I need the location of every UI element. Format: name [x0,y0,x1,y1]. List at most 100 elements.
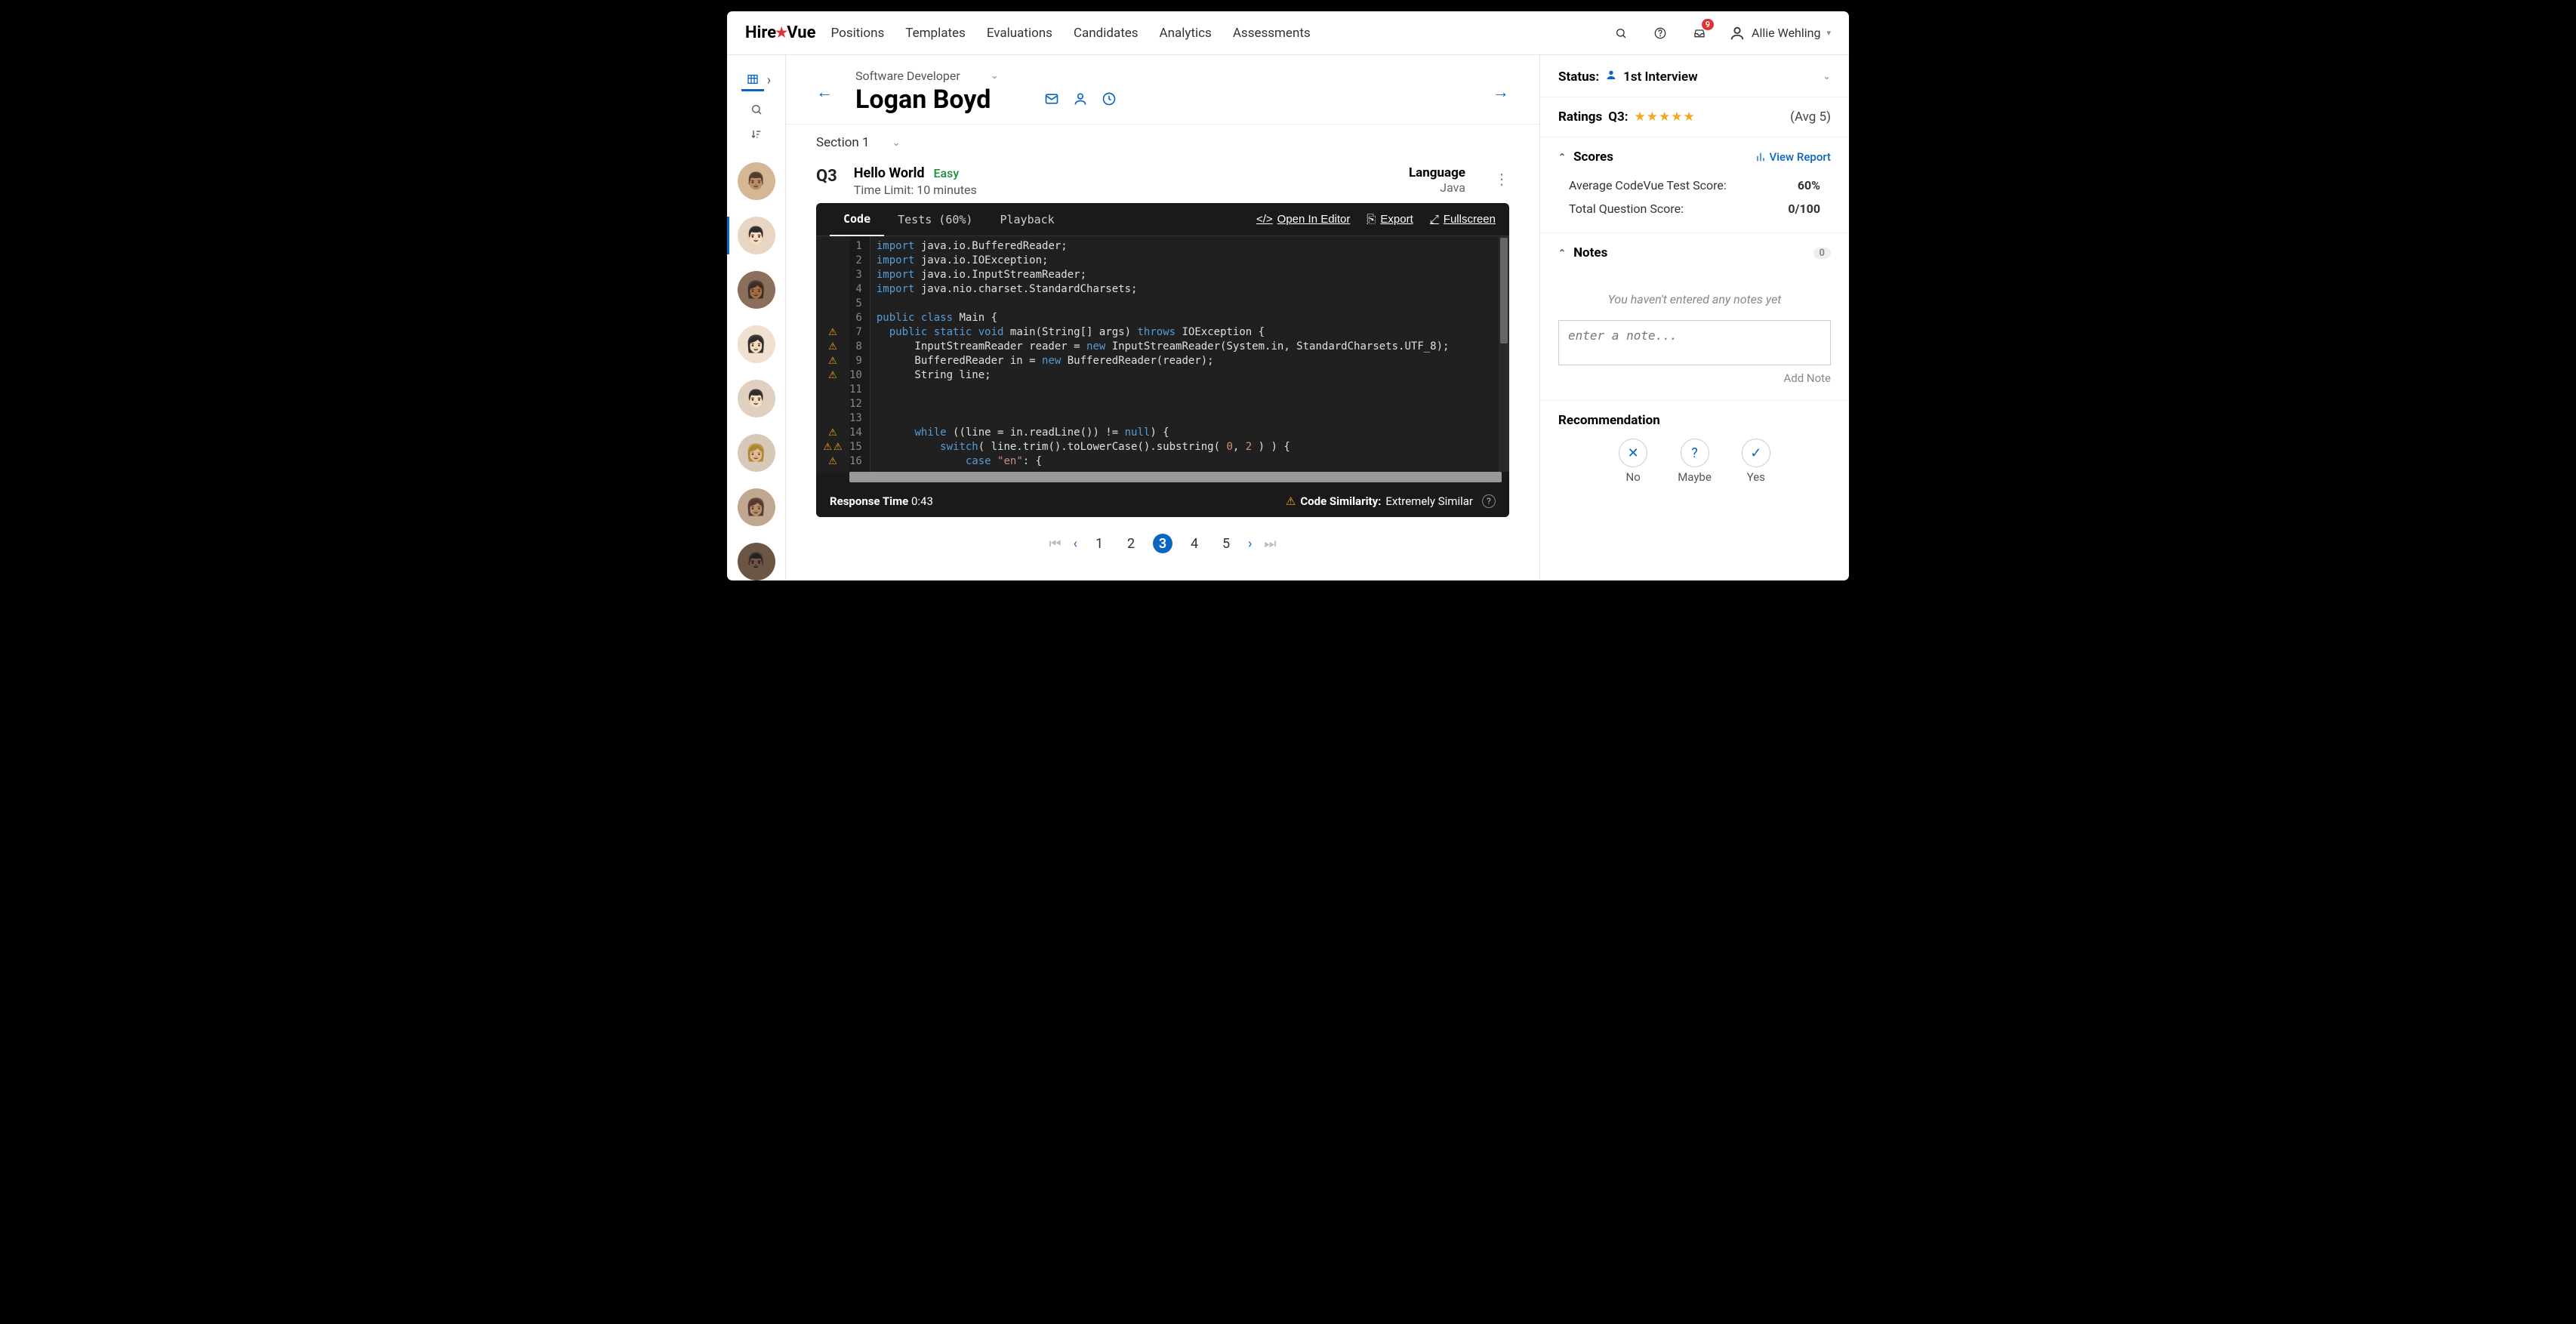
view-report-link[interactable]: View Report [1755,150,1831,164]
recommend-no[interactable]: ✕ No [1619,439,1647,484]
note-input[interactable] [1558,320,1831,365]
inbox-icon[interactable]: 9 [1690,23,1709,43]
main-content: ← Software Developer ⌄ Logan Boyd → [786,55,1539,580]
candidate-avatar[interactable]: 👩🏼 [738,434,775,472]
pager-page[interactable]: 5 [1216,534,1236,553]
position-select[interactable]: Software Developer ⌄ [855,69,999,83]
nav-candidates[interactable]: Candidates [1074,26,1139,41]
language-value: Java [1409,180,1465,195]
topbar: Hire★Vue Positions Templates Evaluations… [727,11,1849,55]
candidate-avatar[interactable]: 👩🏽 [738,488,775,526]
tab-tests[interactable]: Tests (60%) [884,204,986,236]
similarity-help-icon[interactable]: ? [1482,494,1496,508]
check-icon: ✓ [1742,439,1770,467]
search-icon[interactable] [1611,23,1631,43]
code-panel: Code Tests (60%) Playback </>Open In Edi… [816,203,1509,517]
next-candidate-arrow[interactable]: → [1493,82,1509,102]
warning-icon: ⚠ [1286,494,1296,508]
pager-next-icon[interactable]: › [1248,536,1252,552]
ratings-avg: (Avg 5) [1790,109,1831,125]
position-label: Software Developer [855,69,960,83]
nav-positions[interactable]: Positions [831,26,885,41]
notes-empty-text: You haven't entered any notes yet [1558,269,1831,320]
notification-badge: 9 [1702,19,1714,30]
email-icon[interactable] [1044,91,1059,110]
nav-assessments[interactable]: Assessments [1233,26,1311,41]
score-row: Total Question Score:0/100 [1558,197,1831,220]
status-label: Status: [1558,69,1599,85]
tab-playback[interactable]: Playback [986,204,1068,236]
open-in-editor-link[interactable]: </>Open In Editor [1256,213,1350,226]
question-pager: ⏮ ‹ 1 2 3 4 5 › ⏭ [816,517,1509,561]
nav-evaluations[interactable]: Evaluations [987,26,1052,41]
candidate-avatar[interactable]: 👨🏻 [738,217,775,254]
candidate-avatar[interactable]: 👩🏻 [738,325,775,363]
recommendation-label: Recommendation [1558,413,1831,428]
pager-page[interactable]: 3 [1153,534,1172,553]
recommend-yes[interactable]: ✓ Yes [1742,439,1770,484]
pager-last-icon[interactable]: ⏭ [1264,536,1276,552]
ratings-question: Q3: [1608,109,1628,125]
expand-icon[interactable]: › [767,72,771,88]
pager-page[interactable]: 2 [1121,534,1141,553]
ratings-label: Ratings [1558,109,1602,125]
section-select[interactable]: Section 1 ⌄ [786,125,1539,161]
response-time-label: Response Time [830,494,908,508]
export-link[interactable]: ⎘Export [1367,213,1413,226]
add-note-button[interactable]: Add Note [1558,368,1831,388]
notes-header[interactable]: ⌃ Notes 0 [1558,245,1831,260]
chevron-down-icon: ⌄ [892,137,901,149]
chevron-up-icon: ⌃ [1558,248,1566,258]
more-icon[interactable]: ⋮ [1494,170,1509,188]
prev-candidate-arrow[interactable]: ← [816,82,833,102]
help-icon[interactable] [1650,23,1670,43]
logo[interactable]: Hire★Vue [745,23,816,42]
question-number: Q3 [816,167,837,186]
notes-label: Notes [1573,245,1607,260]
nav-templates[interactable]: Templates [905,26,966,41]
chevron-up-icon: ⌃ [1558,152,1566,162]
similarity-value: Extremely Similar [1385,494,1473,508]
horizontal-scrollbar[interactable] [849,472,1502,482]
profile-icon[interactable] [1073,91,1088,110]
status-select[interactable]: Status: 1st Interview ⌄ [1558,69,1831,85]
question-time-limit: Time Limit: 10 minutes [854,183,977,197]
export-icon: ⎘ [1367,213,1376,226]
question-title: Hello World [854,165,925,181]
history-icon[interactable] [1102,91,1117,110]
question-icon: ? [1681,439,1709,467]
pager-prev-icon[interactable]: ‹ [1074,536,1077,552]
logo-star-icon: ★ [775,25,787,41]
pager-page[interactable]: 1 [1089,534,1109,553]
pager-page[interactable]: 4 [1185,534,1204,553]
user-menu[interactable]: Allie Wehling ▾ [1729,25,1831,42]
candidate-avatar[interactable]: 👨🏽 [738,162,775,200]
scores-header[interactable]: ⌃ Scores View Report [1558,149,1831,165]
grid-view-icon[interactable] [741,69,764,91]
scores-label: Scores [1573,149,1613,165]
star-rating[interactable]: ★★★★★ [1634,109,1695,125]
sidebar: › 👨🏽 👨🏻 👩🏾 👩🏻 👨🏻 👩🏼 👩🏽 👨🏿 [727,55,786,580]
fullscreen-link[interactable]: ⤢Fullscreen [1430,213,1496,226]
code-icon: </> [1256,213,1273,226]
tab-code[interactable]: Code [830,203,884,236]
nav-analytics[interactable]: Analytics [1160,26,1212,41]
vertical-scrollbar[interactable] [1499,236,1509,472]
pager-first-icon[interactable]: ⏮ [1049,536,1061,552]
user-name: Allie Wehling [1752,26,1820,40]
candidate-avatar[interactable]: 👩🏾 [738,271,775,309]
close-icon: ✕ [1619,439,1647,467]
candidate-avatar[interactable]: 👨🏻 [738,380,775,417]
search-side-icon[interactable] [745,102,768,116]
main-nav: Positions Templates Evaluations Candidat… [831,26,1311,41]
response-time-value: 0:43 [911,494,933,508]
chevron-down-icon: ▾ [1826,28,1831,38]
recommend-maybe[interactable]: ? Maybe [1678,439,1712,484]
chevron-down-icon: ⌄ [991,70,999,82]
candidate-name: Logan Boyd [855,85,999,115]
section-label: Section 1 [816,135,870,150]
score-row: Average CodeVue Test Score:60% [1558,174,1831,197]
code-content[interactable]: import java.io.BufferedReader;import jav… [870,236,1509,472]
candidate-avatar[interactable]: 👨🏿 [738,543,775,580]
sort-icon[interactable] [745,127,768,141]
